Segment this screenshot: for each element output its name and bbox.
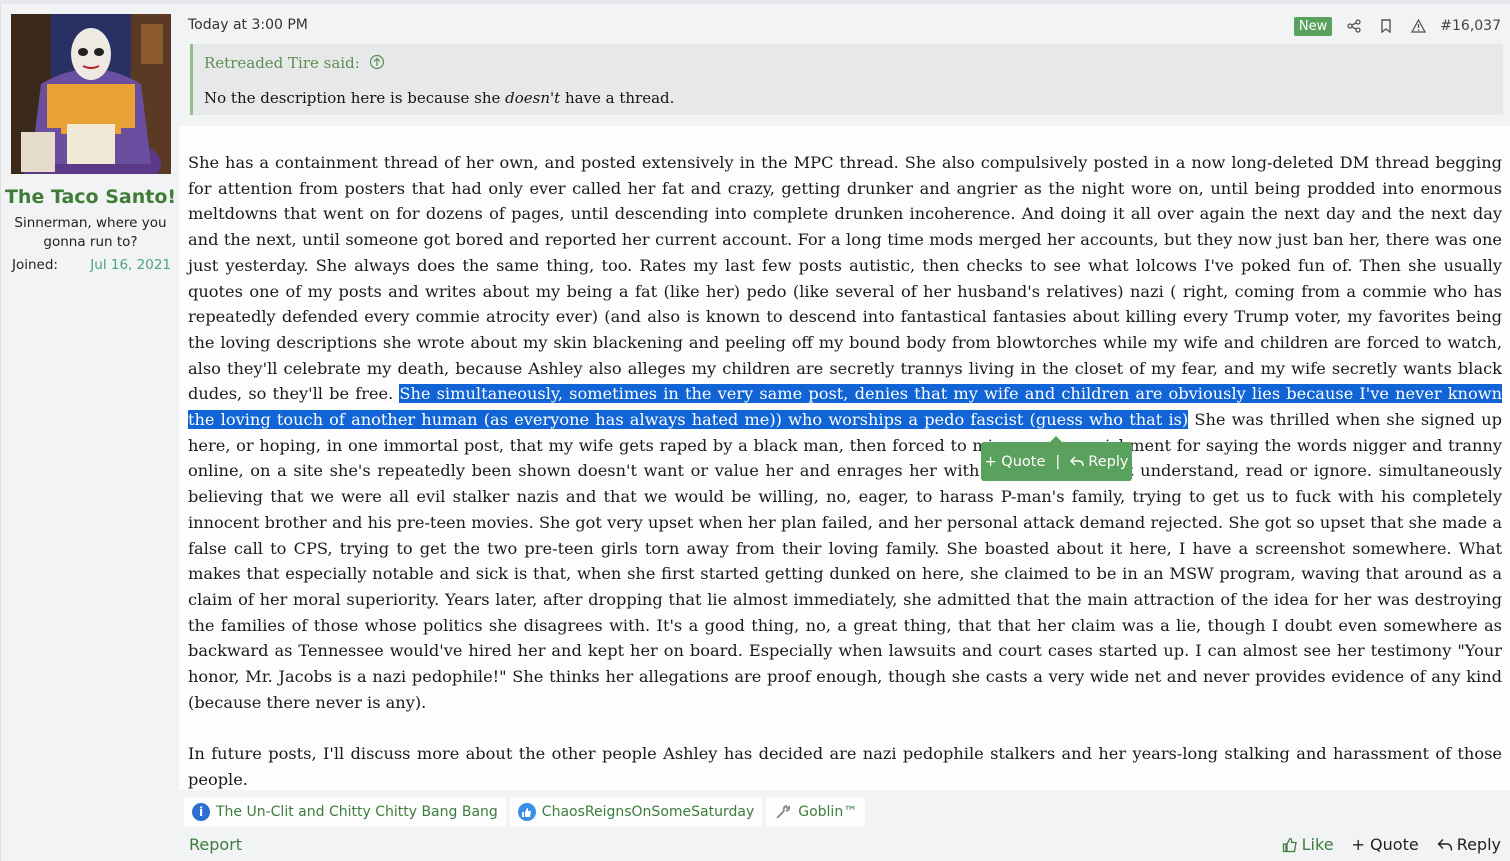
avatar[interactable] xyxy=(11,14,171,174)
message-attributes: New #16,037 xyxy=(1293,14,1501,38)
reply-icon xyxy=(1070,456,1084,466)
new-badge: New xyxy=(1293,16,1333,36)
thumbs-up-icon xyxy=(517,803,536,821)
post-actions: Like + Quote Reply xyxy=(1282,835,1501,854)
selection-quote-popup: + Quote | Reply xyxy=(981,436,1132,481)
post-text-after-selection: She was thrilled when she signed up here… xyxy=(188,410,1502,712)
post-number[interactable]: #16,037 xyxy=(1440,18,1501,34)
quote-text-after: have a thread. xyxy=(560,89,675,107)
reactions-bar: i The Un-Clit and Chitty Chitty Bang Ban… xyxy=(184,797,866,827)
popup-reply-label: Reply xyxy=(1088,453,1129,470)
avatar-image xyxy=(11,14,171,174)
quote-text-before: No the description here is because she xyxy=(204,89,506,107)
like-icon xyxy=(1282,837,1297,852)
joined-value: Jul 16, 2021 xyxy=(90,257,171,273)
quote-button[interactable]: + Quote xyxy=(1352,835,1419,854)
reaction-item[interactable]: Goblin™ xyxy=(766,797,866,827)
info-icon: i xyxy=(192,803,210,821)
reaction-item[interactable]: ChaosReignsOnSomeSaturday xyxy=(509,797,763,827)
reply-label: Reply xyxy=(1456,835,1501,854)
popup-separator: | xyxy=(1055,453,1061,470)
reaction-item[interactable]: i The Un-Clit and Chitty Chitty Bang Ban… xyxy=(184,797,506,827)
quote-author-text: Retreaded Tire said: xyxy=(204,54,360,72)
reaction-user[interactable]: The Un-Clit and Chitty Chitty Bang Bang xyxy=(216,804,498,820)
user-title: Sinnerman, where you gonna run to? xyxy=(14,215,167,250)
quote-author[interactable]: Retreaded Tire said: xyxy=(204,54,385,72)
post-paragraph-1: She has a containment thread of her own,… xyxy=(188,150,1502,715)
reply-button[interactable]: Reply xyxy=(1437,835,1501,854)
post-text: She has a containment thread of her own,… xyxy=(188,150,1502,793)
post-body: She has a containment thread of her own,… xyxy=(179,126,1510,790)
post-paragraph-2: In future posts, I'll discuss more about… xyxy=(188,744,1502,789)
reaction-user[interactable]: Goblin™ xyxy=(798,804,857,820)
post-text-before-selection: She has a containment thread of her own,… xyxy=(188,153,1502,404)
reply-icon xyxy=(1437,838,1452,851)
wrench-icon xyxy=(774,803,792,821)
quote-text-emphasis: doesn't xyxy=(505,89,561,107)
quote-text: No the description here is because she d… xyxy=(204,89,674,107)
like-label: Like xyxy=(1301,835,1334,854)
post-date[interactable]: Today at 3:00 PM xyxy=(188,17,308,33)
warning-icon[interactable] xyxy=(1408,16,1428,36)
joined-label: Joined: xyxy=(12,257,58,273)
quote-block: Retreaded Tire said: No the description … xyxy=(190,44,1503,115)
reaction-user[interactable]: ChaosReignsOnSomeSaturday xyxy=(542,804,754,820)
like-button[interactable]: Like xyxy=(1282,835,1334,854)
user-cell: The Taco Santo! Sinnerman, where you gon… xyxy=(0,4,180,861)
jump-to-quote-icon[interactable] xyxy=(369,54,385,70)
popup-quote-button[interactable]: + Quote xyxy=(985,454,1046,470)
message-cell: Today at 3:00 PM New #16,037 Retreaded T… xyxy=(179,4,1510,861)
username[interactable]: The Taco Santo! xyxy=(1,186,180,208)
bookmark-icon[interactable] xyxy=(1376,16,1396,36)
share-icon[interactable] xyxy=(1344,16,1364,36)
popup-reply-button[interactable]: Reply xyxy=(1070,454,1128,470)
report-link[interactable]: Report xyxy=(189,835,242,854)
